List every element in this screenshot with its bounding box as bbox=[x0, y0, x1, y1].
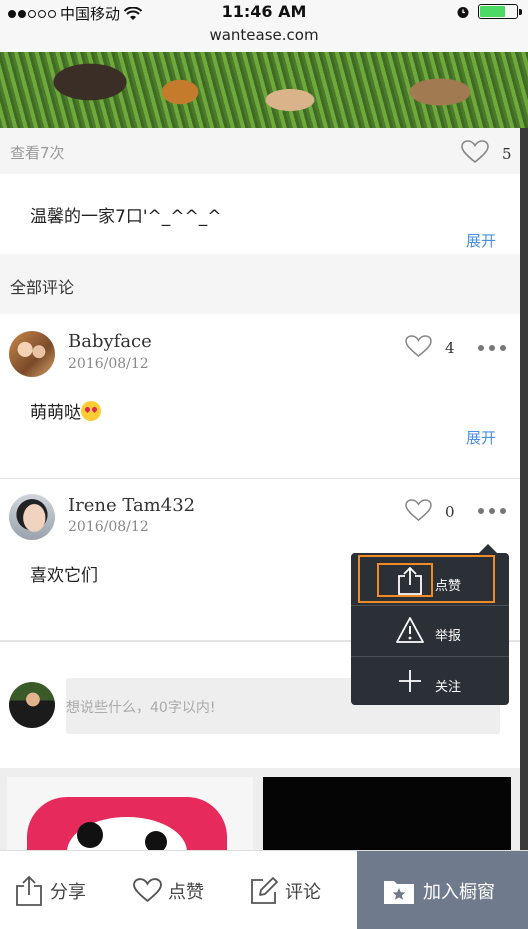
more-options-button[interactable] bbox=[478, 345, 506, 351]
bottom-action-bar: 分享 点赞 评论 加入橱窗 bbox=[0, 850, 528, 929]
post-description: 温馨的一家7口'^_^^_^ 展开 bbox=[0, 174, 520, 254]
menu-label: 关注 bbox=[435, 680, 462, 695]
menu-label: 举报 bbox=[435, 629, 462, 644]
edit-icon bbox=[251, 876, 278, 904]
heart-icon[interactable] bbox=[461, 140, 489, 164]
share-button[interactable]: 分享 bbox=[14, 851, 86, 929]
heart-icon bbox=[133, 878, 162, 903]
comment-text: 萌萌哒 bbox=[30, 398, 101, 423]
expand-link[interactable]: 展开 bbox=[466, 427, 496, 448]
share-icon bbox=[398, 566, 422, 595]
avatar[interactable] bbox=[9, 494, 55, 540]
expand-link[interactable]: 展开 bbox=[466, 230, 496, 251]
description-text: 温馨的一家7口'^_^^_^ bbox=[30, 207, 222, 227]
options-popup-menu: 点赞 举报 关注 bbox=[351, 544, 509, 707]
alarm-icon bbox=[457, 6, 469, 18]
comment-like-count: 0 bbox=[445, 503, 455, 521]
heart-icon[interactable] bbox=[405, 335, 432, 358]
clock: 11:46 AM bbox=[221, 2, 307, 21]
add-to-showcase-label: 加入橱窗 bbox=[423, 881, 495, 903]
comment-button[interactable]: 评论 bbox=[249, 851, 321, 929]
heart-icon[interactable] bbox=[405, 499, 432, 522]
like-count: 5 bbox=[502, 145, 512, 163]
comment-like-count: 4 bbox=[445, 339, 455, 357]
comment-date: 2016/08/12 bbox=[68, 356, 149, 372]
comment-text: 喜欢它们 bbox=[30, 566, 98, 586]
comment-item: Babyface 2016/08/12 4 萌萌哒 展开 bbox=[0, 314, 520, 479]
related-posts bbox=[0, 768, 520, 852]
like-button[interactable]: 点赞 bbox=[133, 851, 204, 929]
status-bar: 中国移动 11:46 AM wantease.com bbox=[0, 0, 528, 52]
more-options-button[interactable] bbox=[478, 508, 506, 514]
status-icons bbox=[456, 4, 522, 19]
avatar bbox=[9, 682, 55, 728]
menu-item-report[interactable]: 举报 bbox=[351, 606, 509, 656]
comments-title: 全部评论 bbox=[10, 278, 75, 297]
comment-label: 评论 bbox=[285, 881, 321, 903]
post-image[interactable] bbox=[0, 52, 528, 128]
post-stats-row: 查看7次 5 bbox=[0, 128, 520, 174]
comments-header: 全部评论 bbox=[0, 254, 520, 314]
related-post-thumbnail[interactable] bbox=[7, 777, 253, 852]
avatar[interactable] bbox=[9, 331, 55, 377]
heart-eyes-emoji-icon bbox=[81, 401, 101, 421]
comment-input-placeholder: 想说些什么，40字以内! bbox=[66, 700, 216, 716]
background-edge bbox=[520, 128, 528, 850]
view-count: 查看7次 bbox=[10, 144, 65, 162]
warning-icon bbox=[396, 617, 424, 643]
url-bar[interactable]: wantease.com bbox=[0, 26, 528, 44]
folder-star-icon bbox=[384, 880, 414, 904]
like-label: 点赞 bbox=[168, 881, 204, 903]
related-post-thumbnail[interactable] bbox=[263, 777, 511, 852]
commenter-name[interactable]: Babyface bbox=[68, 331, 152, 352]
commenter-name[interactable]: Irene Tam432 bbox=[68, 495, 195, 516]
share-label: 分享 bbox=[50, 881, 86, 903]
comment-date: 2016/08/12 bbox=[68, 519, 149, 535]
menu-item-follow[interactable]: 关注 bbox=[351, 657, 509, 707]
add-to-showcase-button[interactable]: 加入橱窗 bbox=[357, 851, 528, 929]
share-icon bbox=[16, 875, 42, 906]
plus-icon bbox=[399, 670, 421, 692]
menu-item-like[interactable]: 点赞 bbox=[351, 555, 509, 605]
battery-icon bbox=[478, 4, 522, 19]
menu-label: 点赞 bbox=[435, 579, 462, 594]
